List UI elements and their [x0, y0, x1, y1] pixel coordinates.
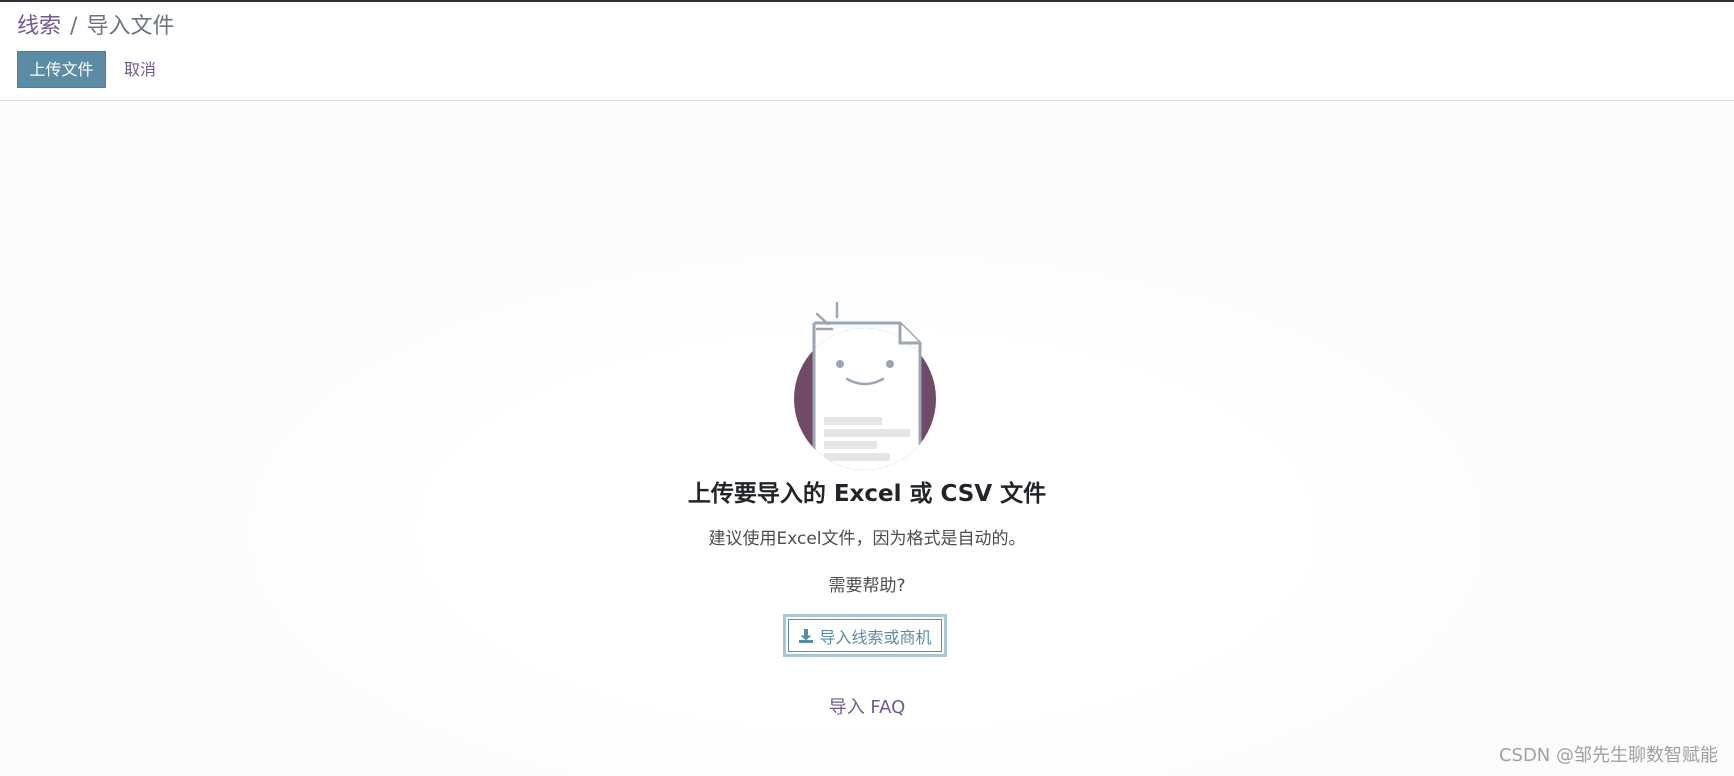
- smiling-document-icon: [790, 297, 940, 472]
- download-icon: [798, 628, 814, 644]
- breadcrumb-separator: /: [70, 14, 78, 39]
- excel-recommendation-text: 建议使用Excel文件，因为格式是自动的。: [708, 529, 1026, 549]
- upload-file-button[interactable]: 上传文件: [17, 51, 106, 88]
- control-panel: 线索 / 导入文件 上传文件 取消: [0, 2, 1734, 101]
- upload-instruction-title: 上传要导入的 Excel 或 CSV 文件: [687, 481, 1047, 507]
- import-faq-link[interactable]: 导入 FAQ: [829, 697, 906, 718]
- cancel-button[interactable]: 取消: [116, 51, 164, 88]
- need-help-text: 需要帮助?: [828, 576, 906, 596]
- csdn-watermark: CSDN @邹先生聊数智赋能: [1498, 745, 1718, 766]
- import-leads-template-label: 导入线索或商机: [819, 627, 932, 647]
- import-leads-template-button-inner[interactable]: 导入线索或商机: [788, 619, 942, 652]
- breadcrumb-leads-link[interactable]: 线索: [17, 14, 61, 39]
- breadcrumb-current: 导入文件: [86, 14, 175, 39]
- breadcrumb: 线索 / 导入文件: [17, 12, 174, 42]
- import-faq-link-row: 导入 FAQ: [0, 694, 1734, 722]
- import-leads-template-button[interactable]: 导入线索或商机: [783, 614, 947, 657]
